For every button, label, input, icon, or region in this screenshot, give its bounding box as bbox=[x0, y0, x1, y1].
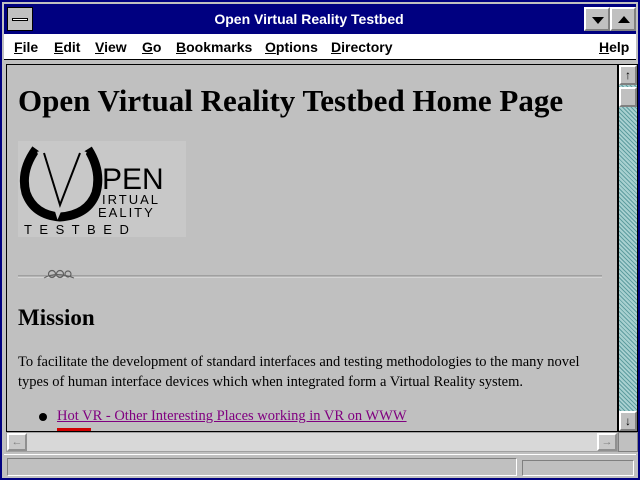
maximize-icon bbox=[618, 16, 630, 23]
scroll-thumb[interactable] bbox=[619, 87, 637, 107]
menu-directory[interactable]: Directory bbox=[331, 34, 392, 60]
menu-view[interactable]: View bbox=[95, 34, 127, 60]
list-bullet-icon bbox=[39, 413, 47, 421]
menu-help[interactable]: Help bbox=[599, 34, 629, 60]
decorative-divider bbox=[18, 269, 602, 283]
hot-vr-link[interactable]: Hot VR - Other Interesting Places workin… bbox=[57, 408, 407, 425]
title-bar[interactable]: Open Virtual Reality Testbed bbox=[4, 4, 636, 34]
scroll-right-button[interactable]: → bbox=[597, 433, 617, 451]
menu-bar: File Edit View Go Bookmarks Options Dire… bbox=[4, 34, 636, 60]
mission-paragraph: To facilitate the development of standar… bbox=[18, 354, 580, 390]
vertical-scrollbar[interactable]: ↑ ↓ bbox=[618, 64, 638, 432]
menu-options[interactable]: Options bbox=[265, 34, 318, 60]
system-menu-icon bbox=[12, 18, 28, 21]
section-heading-mission: Mission bbox=[18, 305, 95, 330]
scroll-down-button[interactable]: ↓ bbox=[619, 411, 637, 431]
window-title: Open Virtual Reality Testbed bbox=[214, 11, 404, 27]
menu-bookmarks[interactable]: Bookmarks bbox=[176, 34, 252, 60]
status-bar bbox=[4, 454, 636, 478]
arrow-down-icon: ↓ bbox=[625, 414, 631, 428]
system-menu-button[interactable] bbox=[7, 7, 33, 31]
logo-word-reality: EALITY bbox=[98, 205, 155, 220]
arrow-left-icon: ← bbox=[11, 436, 23, 448]
menu-go[interactable]: Go bbox=[142, 34, 161, 60]
horizontal-scrollbar[interactable]: ← → bbox=[6, 432, 618, 452]
scrollbar-corner bbox=[618, 432, 638, 452]
status-text bbox=[7, 458, 517, 476]
maximize-button[interactable] bbox=[610, 7, 636, 31]
scroll-up-button[interactable]: ↑ bbox=[619, 65, 637, 85]
progress-indicator bbox=[522, 460, 634, 476]
minimize-icon bbox=[592, 17, 604, 24]
menu-edit[interactable]: Edit bbox=[54, 34, 80, 60]
browser-window: Open Virtual Reality Testbed File Edit V… bbox=[0, 0, 640, 480]
logo-word-testbed: T E S T B E D bbox=[24, 222, 131, 237]
menu-file[interactable]: File bbox=[14, 34, 38, 60]
page-title: Open Virtual Reality Testbed Home Page bbox=[18, 83, 564, 118]
page-content: Open Virtual Reality Testbed Home Page P… bbox=[7, 65, 617, 431]
arrow-right-icon: → bbox=[601, 436, 613, 448]
arrow-up-icon: ↑ bbox=[625, 68, 631, 82]
link-focus-marker bbox=[57, 428, 91, 431]
scroll-left-button[interactable]: ← bbox=[7, 433, 27, 451]
ovrt-logo: PEN IRTUAL EALITY T E S T B E D bbox=[18, 141, 186, 237]
minimize-button[interactable] bbox=[584, 7, 610, 31]
document-view[interactable]: Open Virtual Reality Testbed Home Page P… bbox=[6, 64, 618, 432]
ovrt-logo-graphic: PEN IRTUAL EALITY T E S T B E D bbox=[19, 146, 164, 237]
